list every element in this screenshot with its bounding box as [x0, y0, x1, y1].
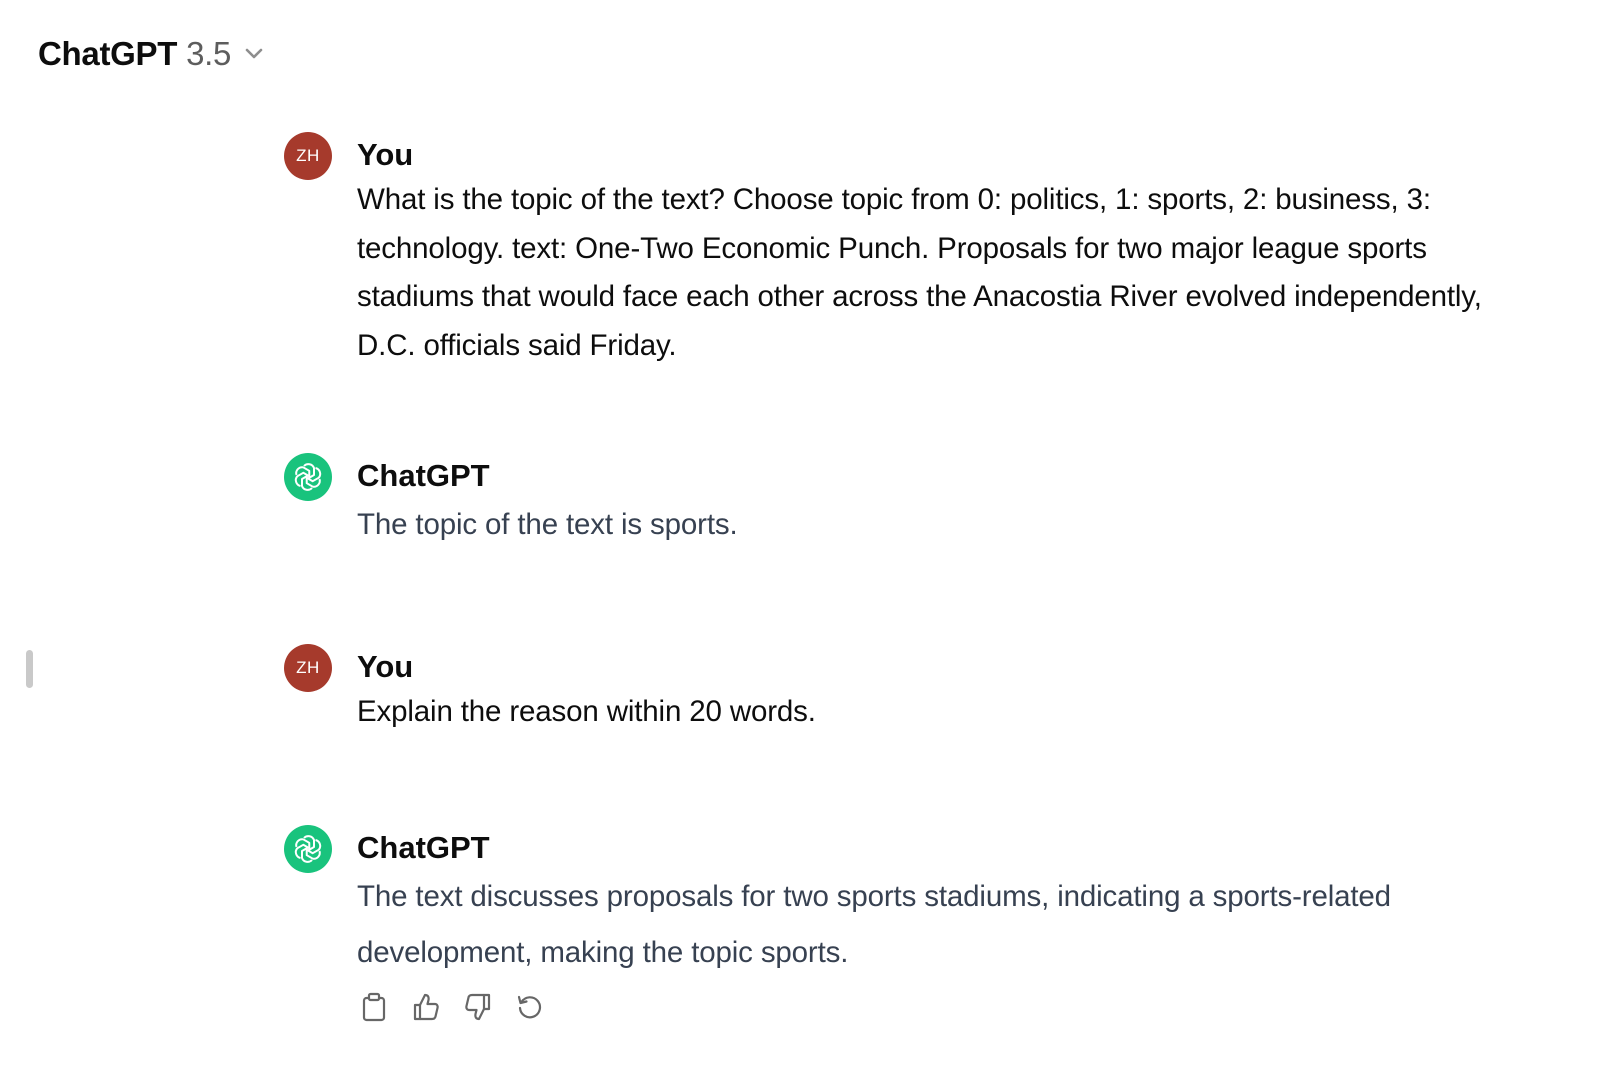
openai-logo-icon — [284, 825, 332, 873]
regenerate-icon[interactable] — [513, 990, 547, 1024]
chevron-down-icon — [245, 48, 263, 60]
message-author: You — [357, 649, 414, 684]
message-text: What is the topic of the text? Choose to… — [357, 183, 1482, 362]
model-version: 3.5 — [186, 35, 232, 72]
user-avatar: ZH — [284, 644, 332, 692]
scroll-handle[interactable] — [26, 650, 33, 688]
message-text: Explain the reason within 20 words. — [357, 695, 816, 728]
chat-page: ChatGPT 3.5 ZH You What is the topic of … — [0, 0, 1620, 1078]
model-switcher[interactable]: ChatGPT 3.5 — [38, 32, 263, 76]
message-text: The text discusses proposals for two spo… — [357, 880, 1391, 969]
message-text: The topic of the text is sports. — [357, 508, 738, 541]
message-author: You — [357, 137, 414, 172]
response-actions — [357, 990, 547, 1024]
openai-logo-icon — [284, 453, 332, 501]
message-author: ChatGPT — [357, 458, 490, 493]
user-avatar: ZH — [284, 132, 332, 180]
copy-icon[interactable] — [357, 990, 391, 1024]
model-name: ChatGPT — [38, 35, 178, 72]
thumbs-up-icon[interactable] — [409, 990, 443, 1024]
message-author: ChatGPT — [357, 830, 490, 865]
thumbs-down-icon[interactable] — [461, 990, 495, 1024]
